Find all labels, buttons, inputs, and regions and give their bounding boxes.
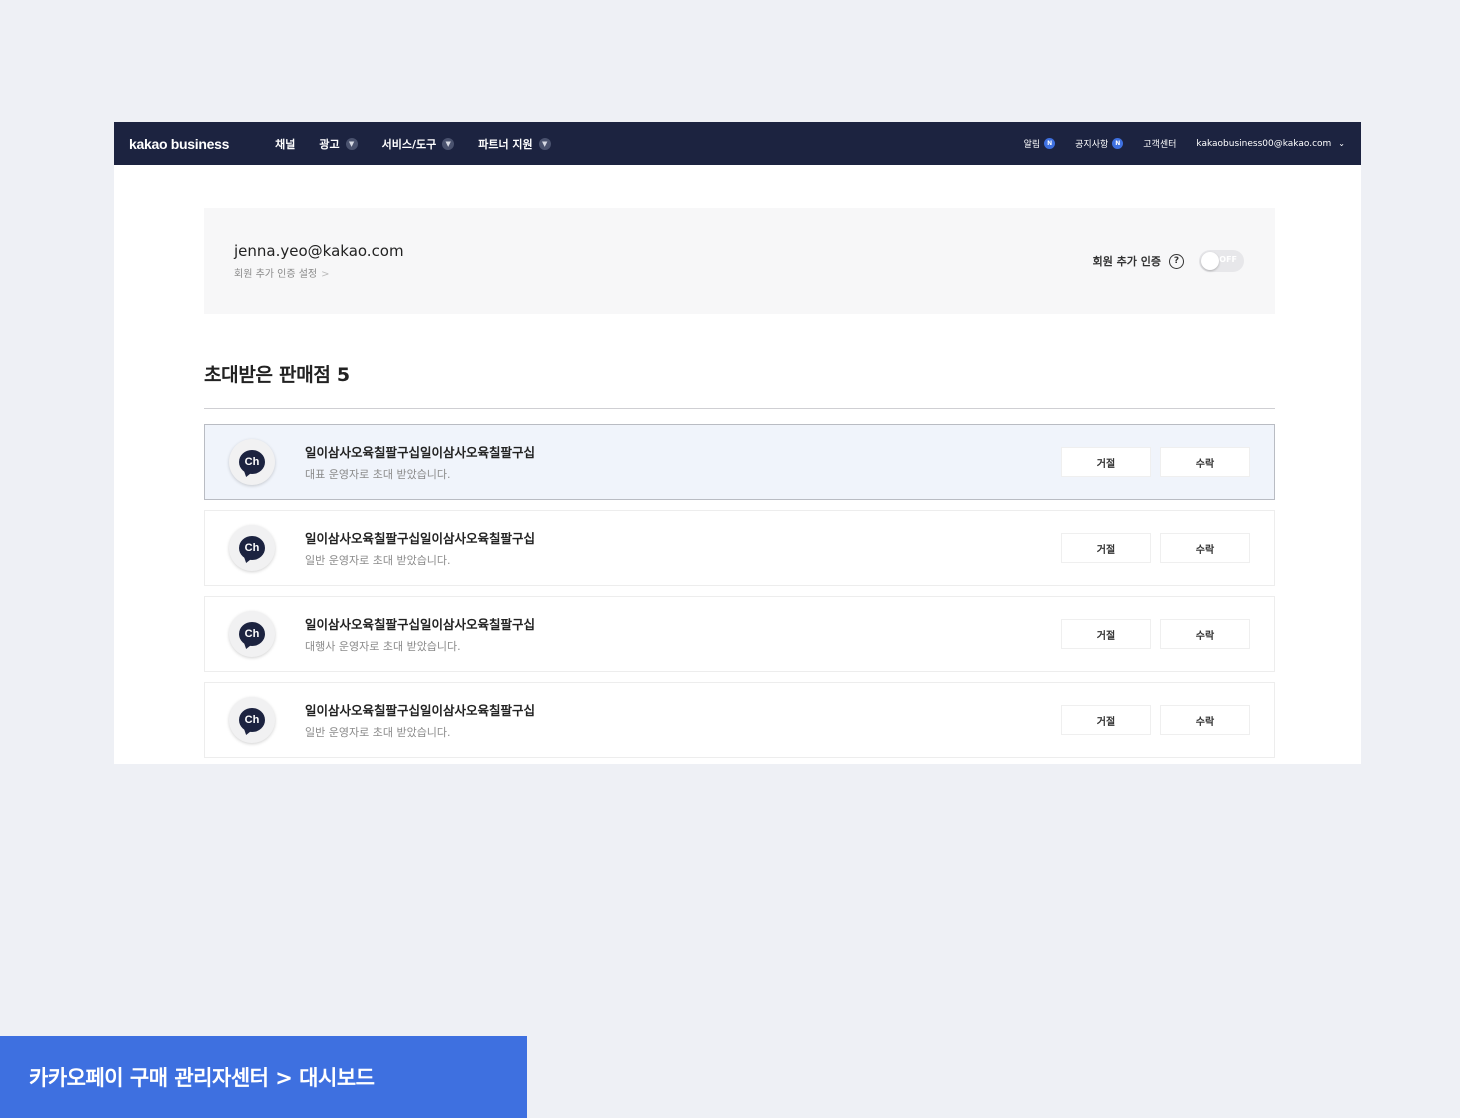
main-content: jenna.yeo@kakao.com 회원 추가 인증 설정 > 회원 추가 인… (204, 208, 1275, 768)
store-row[interactable]: Ch 일이삼사오육칠팔구십일이삼사오육칠팔구십 일반 운영자로 초대 받았습니다… (204, 682, 1275, 758)
kakao-channel-icon: Ch (239, 450, 265, 474)
auth-setting-label: 회원 추가 인증 설정 (234, 269, 318, 280)
row-actions: 거절 수락 (1061, 447, 1250, 477)
store-name: 일이삼사오육칠팔구십일이삼사오육칠팔구십 (305, 617, 536, 632)
kakao-business-logo[interactable]: kakao business (129, 136, 229, 152)
store-name: 일이삼사오육칠팔구십일이삼사오육칠팔구십 (305, 531, 536, 546)
store-info: 일이삼사오육칠팔구십일이삼사오육칠팔구십 대표 운영자로 초대 받았습니다. (305, 442, 535, 482)
channel-avatar: Ch (229, 611, 275, 657)
channel-avatar: Ch (229, 525, 275, 571)
new-badge: N (1112, 138, 1124, 149)
profile-info: jenna.yeo@kakao.com 회원 추가 인증 설정 > (234, 242, 404, 280)
store-row[interactable]: Ch 일이삼사오육칠팔구십일이삼사오육칠팔구십 대표 운영자로 초대 받았습니다… (204, 424, 1275, 500)
row-actions: 거절 수락 (1061, 705, 1250, 735)
notice-label: 공지사항 (1075, 140, 1109, 150)
store-invite-desc: 일반 운영자로 초대 받았습니다. (305, 554, 451, 567)
nav-item-label: 파트너 지원 (478, 137, 533, 151)
store-row[interactable]: Ch 일이삼사오육칠팔구십일이삼사오육칠팔구십 대행사 운영자로 초대 받았습니… (204, 596, 1275, 672)
app-window: kakao business 채널 광고 ▼ 서비스/도구 ▼ 파트너 지원 ▼… (114, 122, 1361, 764)
alarm-link[interactable]: 알림 N (1024, 137, 1056, 150)
reject-button[interactable]: 거절 (1061, 619, 1151, 649)
store-info: 일이삼사오육칠팔구십일이삼사오육칠팔구십 대행사 운영자로 초대 받았습니다. (305, 614, 535, 654)
chevron-down-icon: ▼ (345, 137, 358, 150)
store-invite-desc: 대표 운영자로 초대 받았습니다. (305, 468, 451, 481)
accept-button[interactable]: 수락 (1160, 447, 1250, 477)
nav-item-partner-support[interactable]: 파트너 지원 ▼ (478, 136, 551, 152)
caption-text: 카카오페이 구매 관리자센터 > 대시보드 (29, 1066, 375, 1090)
channel-avatar: Ch (229, 439, 275, 485)
store-row[interactable]: Ch 일이삼사오육칠팔구십일이삼사오육칠팔구십 일반 운영자로 초대 받았습니다… (204, 510, 1275, 586)
notice-link[interactable]: 공지사항 N (1075, 137, 1124, 150)
main-menu: 채널 광고 ▼ 서비스/도구 ▼ 파트너 지원 ▼ (275, 136, 551, 152)
user-email: jenna.yeo@kakao.com (234, 242, 404, 260)
auth-toggle[interactable]: OFF (1199, 250, 1244, 272)
row-actions: 거절 수락 (1061, 619, 1250, 649)
kakao-channel-icon: Ch (239, 708, 265, 732)
nav-item-ads[interactable]: 광고 ▼ (319, 136, 358, 152)
kakao-channel-icon: Ch (239, 536, 265, 560)
toggle-state-label: OFF (1219, 255, 1237, 264)
store-info: 일이삼사오육칠팔구십일이삼사오육칠팔구십 일반 운영자로 초대 받았습니다. (305, 700, 535, 740)
reject-button[interactable]: 거절 (1061, 447, 1151, 477)
chevron-down-icon: ▼ (538, 137, 551, 150)
auth-label: 회원 추가 인증 (1092, 255, 1161, 268)
nav-item-services-tools[interactable]: 서비스/도구 ▼ (382, 136, 455, 152)
reject-button[interactable]: 거절 (1061, 533, 1151, 563)
row-actions: 거절 수락 (1061, 533, 1250, 563)
toggle-knob (1201, 252, 1219, 270)
alarm-label: 알림 (1023, 140, 1041, 150)
reject-button[interactable]: 거절 (1061, 705, 1151, 735)
chevron-right-icon: > (321, 269, 330, 280)
store-info: 일이삼사오육칠팔구십일이삼사오육칠팔구십 일반 운영자로 초대 받았습니다. (305, 528, 535, 568)
auth-setting-link[interactable]: 회원 추가 인증 설정 > (234, 265, 404, 280)
store-name: 일이삼사오육칠팔구십일이삼사오육칠팔구십 (305, 703, 536, 718)
caption-bar: 카카오페이 구매 관리자센터 > 대시보드 (0, 1036, 527, 1118)
account-email: kakaobusiness00@kakao.com (1196, 138, 1332, 149)
nav-item-label: 광고 (319, 137, 340, 151)
customer-center-label: 고객센터 (1143, 140, 1177, 150)
help-icon[interactable]: ? (1169, 253, 1184, 269)
chevron-down-icon: ▼ (442, 137, 455, 150)
accept-button[interactable]: 수락 (1160, 619, 1250, 649)
accept-button[interactable]: 수락 (1160, 533, 1250, 563)
nav-item-label: 서비스/도구 (381, 137, 437, 151)
kakao-channel-icon: Ch (239, 622, 265, 646)
auth-control: 회원 추가 인증 ? OFF (1093, 250, 1244, 272)
invited-store-list: Ch 일이삼사오육칠팔구십일이삼사오육칠팔구십 대표 운영자로 초대 받았습니다… (204, 424, 1275, 758)
top-navigation: kakao business 채널 광고 ▼ 서비스/도구 ▼ 파트너 지원 ▼… (114, 122, 1361, 165)
chevron-down-icon: ⌄ (1338, 139, 1345, 148)
utility-menu: 알림 N 공지사항 N 고객센터 kakaobusiness00@kakao.c… (1024, 137, 1345, 150)
store-invite-desc: 일반 운영자로 초대 받았습니다. (305, 726, 451, 739)
divider (204, 408, 1275, 409)
section-title: 초대받은 판매점 5 (204, 364, 350, 386)
accept-button[interactable]: 수락 (1160, 705, 1250, 735)
profile-box: jenna.yeo@kakao.com 회원 추가 인증 설정 > 회원 추가 인… (204, 208, 1275, 314)
nav-item-label: 채널 (275, 137, 296, 151)
new-badge: N (1044, 138, 1056, 149)
channel-avatar: Ch (229, 697, 275, 743)
account-menu[interactable]: kakaobusiness00@kakao.com ⌄ (1196, 139, 1345, 149)
nav-item-channel[interactable]: 채널 (275, 136, 295, 152)
customer-center-link[interactable]: 고객센터 (1143, 137, 1176, 150)
store-name: 일이삼사오육칠팔구십일이삼사오육칠팔구십 (305, 445, 536, 460)
store-invite-desc: 대행사 운영자로 초대 받았습니다. (305, 640, 461, 653)
